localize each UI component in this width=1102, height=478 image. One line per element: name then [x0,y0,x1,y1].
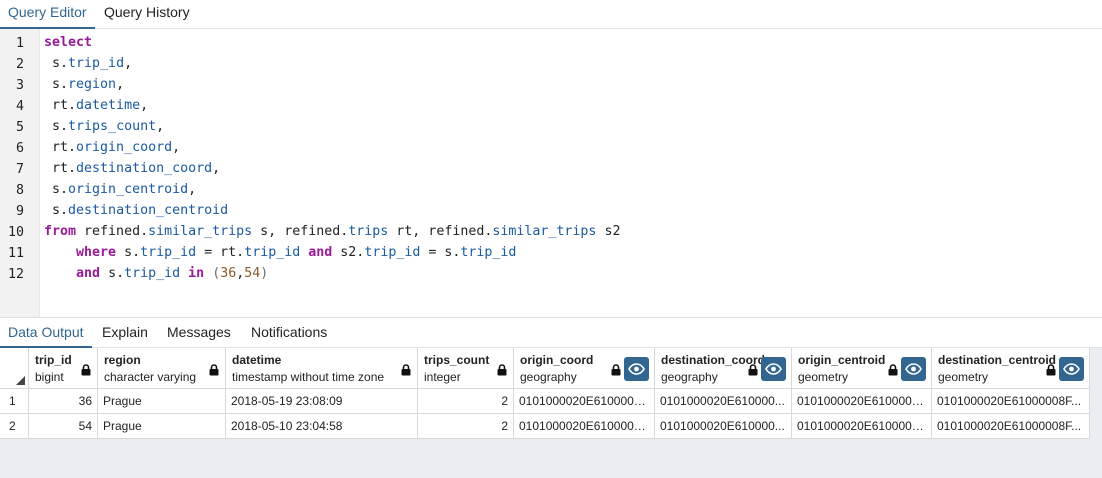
table-cell[interactable]: 2 [418,389,514,414]
table-cell[interactable]: 0101000020E6100000... [514,389,655,414]
eye-icon [1059,357,1084,386]
code-line: s.destination_centroid [44,203,229,218]
code-line: s.trip_id, [44,56,133,71]
column-header-origin-centroid[interactable]: origin_centroid geometry [792,348,932,389]
editor-tab-bar: Query Editor Query History [0,0,1102,29]
table-cell[interactable]: 54 [29,414,98,439]
lock-icon [748,363,758,376]
table-cell[interactable]: 36 [29,389,98,414]
table-cell[interactable]: 2018-05-10 23:04:58 [226,414,418,439]
lock-icon [81,363,91,376]
table-cell[interactable]: Prague [98,414,226,439]
column-name: region [104,353,141,367]
table-cell[interactable]: 0101000020E61000008F... [932,389,1090,414]
code-line: s.origin_centroid, [44,182,197,197]
line-number: 3 [15,78,24,93]
view-geometry-button[interactable] [901,357,926,381]
table-cell[interactable]: 0101000020E61000008F... [932,414,1090,439]
column-name: origin_centroid [798,353,886,367]
code-line: s.region, [44,77,125,92]
column-type: integer [424,370,461,384]
column-header-destination-centroid[interactable]: destination_centroid geometry [932,348,1090,389]
output-tab-bar: Data Output Explain Messages Notificatio… [0,318,1102,348]
code-line: rt.destination_coord, [44,161,221,176]
line-number: 9 [15,204,24,219]
eye-icon [624,357,649,386]
column-header-datetime[interactable]: datetime timestamp without time zone [226,348,418,389]
table-cell[interactable]: 0101000020E610000... [655,389,792,414]
column-name: trip_id [35,353,72,367]
column-header-region[interactable]: region character varying [98,348,226,389]
lock-icon [209,363,219,376]
code-line: where s.trip_id = rt.trip_id and s2.trip… [76,245,517,260]
line-number: 10 [7,225,24,240]
sql-editor[interactable]: select s.trip_id, s.region, rt.datetime,… [0,29,1102,317]
column-header-destination-coord[interactable]: destination_coord geography [655,348,792,389]
column-name: datetime [232,353,282,367]
line-number: 6 [15,141,24,156]
code-line: rt.datetime, [44,98,149,113]
line-number: 4 [15,99,24,114]
line-number: 12 [7,267,24,282]
table-cell[interactable]: 0101000020E6100000... [792,389,932,414]
line-number: 7 [15,162,24,177]
table-cell[interactable]: 2 [418,414,514,439]
lock-icon [497,363,507,376]
tab-explain[interactable]: Explain [94,318,156,348]
code-line: rt.origin_coord, [44,140,181,155]
line-number: 11 [7,246,24,261]
tab-data-output[interactable]: Data Output [0,318,92,348]
column-type: timestamp without time zone [232,370,385,384]
code-line: from refined.similar_trips s, refined.tr… [44,224,621,239]
column-name: origin_coord [520,353,594,367]
view-geometry-button[interactable] [761,357,786,381]
column-header-trip-id[interactable]: trip_idbigint [29,348,98,389]
table-cell[interactable]: 2018-05-19 23:08:09 [226,389,418,414]
line-number: 1 [15,36,24,51]
row-number[interactable]: 1 [0,389,29,414]
code-line: select [44,35,93,50]
column-type: geometry [938,370,989,384]
column-name: trips_count [424,353,490,367]
line-number: 5 [15,120,24,135]
grid-corner[interactable] [0,348,29,389]
column-type: geography [520,370,577,384]
tab-messages[interactable]: Messages [159,318,239,348]
table-cell[interactable]: 0101000020E6100000... [514,414,655,439]
lock-icon [611,363,621,376]
sort-corner-icon [16,376,25,385]
eye-icon [901,357,926,386]
column-header-origin-coord[interactable]: origin_coord geography [514,348,655,389]
line-number: 8 [15,183,24,198]
table-cell[interactable]: 0101000020E610000... [655,414,792,439]
row-number[interactable]: 2 [0,414,29,439]
view-geometry-button[interactable] [624,357,649,381]
line-number: 2 [15,57,24,72]
column-type: bigint [35,370,64,384]
code-line: and s.trip_id in (36,54) [76,266,269,281]
view-geometry-button[interactable] [1059,357,1084,381]
tab-query-history[interactable]: Query History [96,0,198,29]
eye-icon [761,357,786,386]
lock-icon [888,363,898,376]
data-output-area: trip_idbigint region character varying date… [0,348,1102,478]
column-type: character varying [104,370,197,384]
column-header-trips-count[interactable]: trips_countinteger [418,348,514,389]
tab-query-editor[interactable]: Query Editor [0,0,95,29]
table-cell[interactable]: Prague [98,389,226,414]
lock-icon [1046,363,1056,376]
column-type: geometry [798,370,849,384]
table-cell[interactable]: 0101000020E6100000... [792,414,932,439]
column-type: geography [661,370,718,384]
code-line: s.trips_count, [44,119,165,134]
lock-icon [401,363,411,376]
tab-notifications[interactable]: Notifications [243,318,335,348]
column-name: destination_centroid [938,353,1057,367]
